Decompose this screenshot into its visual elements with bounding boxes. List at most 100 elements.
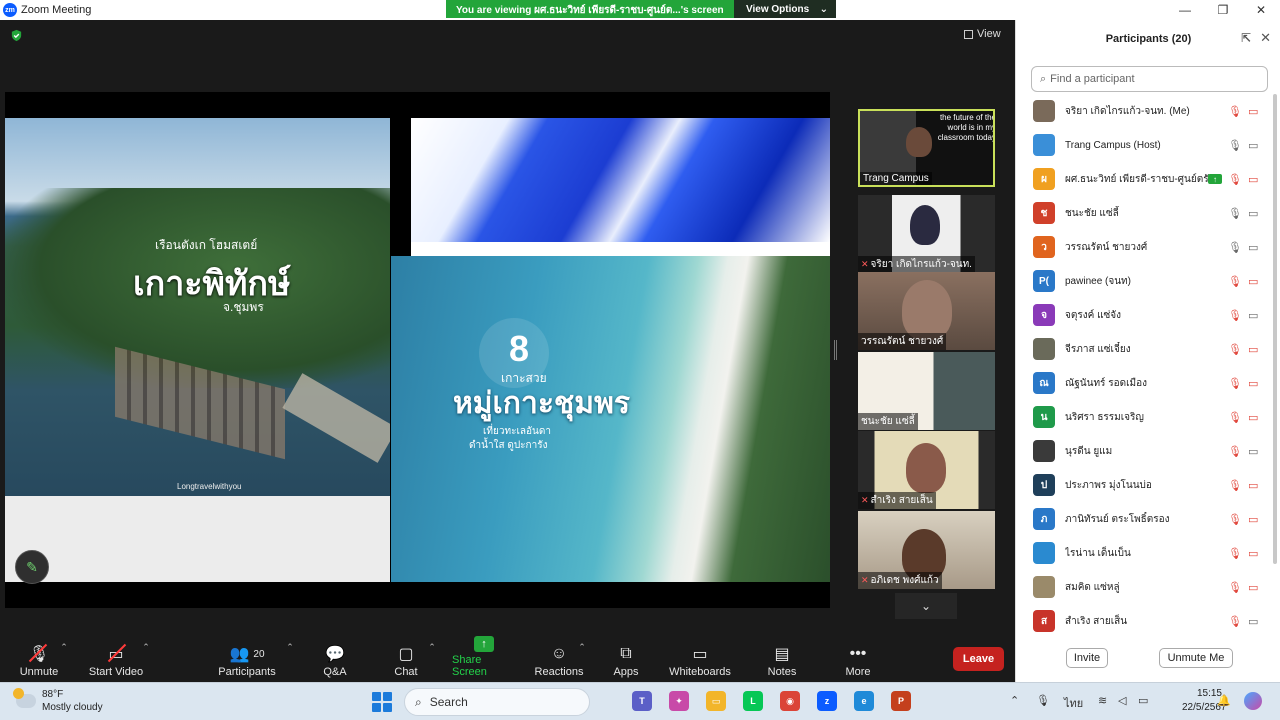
minimize-icon[interactable]: — bbox=[1166, 0, 1204, 20]
participant-row[interactable]: ช ชนะชัย แซ่ลี้ 🎙 ▭ bbox=[1016, 196, 1271, 230]
camera-off-icon[interactable]: ▭ bbox=[1248, 275, 1258, 288]
more-button[interactable]: ••• More bbox=[840, 634, 876, 682]
camera-icon[interactable]: ▭ bbox=[1248, 445, 1258, 458]
chevron-up-icon[interactable]: ⌃ bbox=[1010, 694, 1019, 707]
view-options-button[interactable]: View Options ⌄ bbox=[734, 0, 836, 18]
microphone-icon[interactable]: 🎙 bbox=[1036, 694, 1050, 707]
participant-row[interactable]: จีรภาส แซ่เจี๋ยง 🎙 ▭ bbox=[1016, 332, 1271, 366]
unmute-me-button[interactable]: Unmute Me bbox=[1159, 648, 1233, 668]
volume-icon[interactable]: ◁ bbox=[1118, 694, 1126, 707]
mic-off-icon[interactable]: 🎙 bbox=[1228, 105, 1242, 118]
microphone-icon[interactable]: 🎙 bbox=[1228, 139, 1242, 152]
chat-options-caret[interactable]: ⌃ bbox=[426, 634, 438, 682]
participant-row[interactable]: จ จตุรงค์ แซ่จัง 🎙 ▭ bbox=[1016, 298, 1271, 332]
restore-icon[interactable]: ❐ bbox=[1204, 0, 1242, 20]
mic-off-icon[interactable]: 🎙 bbox=[1228, 343, 1242, 356]
participant-row[interactable]: ไรน่าน เด็นเบ็น 🎙 ▭ bbox=[1016, 536, 1271, 570]
video-thumb-trang-campus[interactable]: the future of the world is in my classro… bbox=[858, 109, 995, 187]
close-panel-icon[interactable]: ✕ bbox=[1260, 30, 1271, 46]
participant-row[interactable]: น นริศรา ธรรมเจริญ 🎙 ▭ bbox=[1016, 400, 1271, 434]
video-thumb-apidet[interactable]: ✕ อภิเดช พงศ์แก้ว bbox=[858, 511, 995, 589]
notes-button[interactable]: ▤ Notes bbox=[764, 634, 800, 682]
security-shield-icon[interactable] bbox=[10, 29, 23, 42]
mic-off-icon[interactable]: 🎙 bbox=[1228, 479, 1242, 492]
camera-icon[interactable]: ▭ bbox=[1248, 309, 1258, 322]
mic-off-icon[interactable]: 🎙 bbox=[1228, 513, 1242, 526]
camera-off-icon[interactable]: ▭ bbox=[1248, 173, 1258, 186]
camera-icon[interactable]: ▭ bbox=[1248, 615, 1258, 628]
camera-icon[interactable]: ▭ bbox=[1248, 139, 1258, 152]
participant-row[interactable]: ส สำเริง สายเส็น 🎙 ▭ bbox=[1016, 604, 1271, 638]
close-icon[interactable]: ✕ bbox=[1242, 0, 1280, 20]
mic-off-icon[interactable]: 🎙 bbox=[1228, 445, 1242, 458]
participants-options-caret[interactable]: ⌃ bbox=[284, 634, 296, 682]
qa-button[interactable]: 💬 Q&A bbox=[318, 634, 352, 682]
battery-icon[interactable]: ▭ bbox=[1138, 694, 1148, 707]
zoom-icon[interactable]: z bbox=[817, 691, 837, 711]
copilot-icon[interactable] bbox=[1244, 692, 1262, 710]
invite-button[interactable]: Invite bbox=[1066, 648, 1108, 668]
clock[interactable]: 15:15 22/5/2567 bbox=[1182, 687, 1227, 715]
participant-row[interactable]: สมคิด แซ่หลู่ 🎙 ▭ bbox=[1016, 570, 1271, 604]
video-thumb-chanachai[interactable]: ชนะชัย แซ่ลี้ bbox=[858, 352, 995, 430]
notification-bell-icon[interactable]: 🔔 bbox=[1217, 694, 1231, 707]
participant-search-input[interactable]: ⌕ Find a participant bbox=[1031, 66, 1268, 92]
wifi-icon[interactable]: ≋ bbox=[1098, 694, 1107, 707]
mic-off-icon[interactable]: 🎙 bbox=[1228, 309, 1242, 322]
participant-row[interactable]: ผ ผศ.ธนะวิทย์ เพียรดี-ราชบ-ศูนย์ตรัง ↑ 🎙 ▭ bbox=[1016, 162, 1271, 196]
microphone-icon[interactable]: 🎙 bbox=[1228, 241, 1242, 254]
participant-row[interactable]: จริยา เกิดไกรแก้ว-จนท. (Me) 🎙 ▭ bbox=[1016, 94, 1271, 128]
participant-row[interactable]: P(pawinee (จนท) 🎙 ▭ bbox=[1016, 264, 1271, 298]
view-button[interactable]: View bbox=[964, 28, 1001, 40]
teams-icon[interactable]: T bbox=[632, 691, 652, 711]
annotate-pen-button[interactable]: ✎ bbox=[15, 550, 49, 584]
mic-off-icon[interactable]: 🎙 bbox=[1228, 377, 1242, 390]
weather-widget[interactable]: 88°F Mostly cloudy bbox=[13, 688, 103, 714]
mic-off-icon[interactable]: 🎙 bbox=[1228, 275, 1242, 288]
video-thumb-wannarat[interactable]: วรรณรัตน์ ชายวงศ์ bbox=[858, 272, 995, 350]
mic-off-icon[interactable]: 🎙 bbox=[1228, 547, 1242, 560]
chrome-icon[interactable]: ◉ bbox=[780, 691, 800, 711]
whiteboards-button[interactable]: ▭ Whiteboards bbox=[668, 634, 732, 682]
participant-row[interactable]: ณ ณัฐนันทร์ รอดเมือง 🎙 ▭ bbox=[1016, 366, 1271, 400]
participants-button[interactable]: 👥 20 Participants bbox=[218, 634, 276, 682]
video-thumb-jariya[interactable]: ✕ จริยา เกิดไกรแก้ว-จนท. bbox=[858, 195, 995, 273]
camera-off-icon[interactable]: ▭ bbox=[1248, 513, 1258, 526]
reactions-options-caret[interactable]: ⌃ bbox=[576, 634, 588, 682]
participant-row[interactable]: ภ ภานิทัรนย์ ตระโพธิ์ตรอง 🎙 ▭ bbox=[1016, 502, 1271, 536]
camera-off-icon[interactable]: ▭ bbox=[1248, 105, 1258, 118]
camera-off-icon[interactable]: ▭ bbox=[1248, 377, 1258, 390]
shared-screen[interactable]: เรือนตังเก โฮมสเตย์ เกาะพิทักษ์ จ.ชุมพร … bbox=[5, 92, 830, 608]
copilot-icon[interactable]: ✦ bbox=[669, 691, 689, 711]
taskbar-search-input[interactable]: ⌕ Search bbox=[404, 688, 590, 716]
unmute-button[interactable]: 🎙 Unmute bbox=[16, 634, 62, 682]
camera-off-icon[interactable]: ▭ bbox=[1248, 479, 1258, 492]
pop-out-icon[interactable]: ⇱ bbox=[1241, 31, 1251, 45]
video-options-caret[interactable]: ⌃ bbox=[140, 634, 152, 682]
edge-icon[interactable]: e bbox=[854, 691, 874, 711]
windows-start-icon[interactable] bbox=[372, 692, 392, 712]
powerpoint-icon[interactable]: P bbox=[891, 691, 911, 711]
participant-row[interactable]: นุรดีน ยูแม 🎙 ▭ bbox=[1016, 434, 1271, 468]
participant-row[interactable]: ว วรรณรัตน์ ชายวงศ์ 🎙 ▭ bbox=[1016, 230, 1271, 264]
participant-row[interactable]: ป ประภาพร มุ่งโนนบ่อ 🎙 ▭ bbox=[1016, 468, 1271, 502]
apps-button[interactable]: ⧉ Apps bbox=[610, 634, 642, 682]
panel-scrollbar[interactable] bbox=[1273, 94, 1277, 564]
camera-off-icon[interactable]: ▭ bbox=[1248, 343, 1258, 356]
camera-icon[interactable]: ▭ bbox=[1248, 207, 1258, 220]
share-screen-button[interactable]: ↑ Share Screen bbox=[452, 634, 516, 682]
chat-button[interactable]: ▢ Chat bbox=[390, 634, 422, 682]
start-video-button[interactable]: ▭ Start Video bbox=[88, 634, 144, 682]
split-resize-handle[interactable] bbox=[834, 340, 837, 360]
mic-off-icon[interactable]: 🎙 bbox=[1228, 581, 1242, 594]
mic-off-icon[interactable]: 🎙 bbox=[1228, 173, 1242, 186]
audio-options-caret[interactable]: ⌃ bbox=[58, 634, 70, 682]
file-explorer-icon[interactable]: ▭ bbox=[706, 691, 726, 711]
line-icon[interactable]: L bbox=[743, 691, 763, 711]
mic-off-icon[interactable]: 🎙 bbox=[1228, 615, 1242, 628]
leave-button[interactable]: Leave bbox=[953, 647, 1004, 671]
camera-icon[interactable]: ▭ bbox=[1248, 241, 1258, 254]
language-indicator[interactable]: ไทย bbox=[1064, 694, 1083, 712]
camera-off-icon[interactable]: ▭ bbox=[1248, 581, 1258, 594]
microphone-icon[interactable]: 🎙 bbox=[1228, 207, 1242, 220]
